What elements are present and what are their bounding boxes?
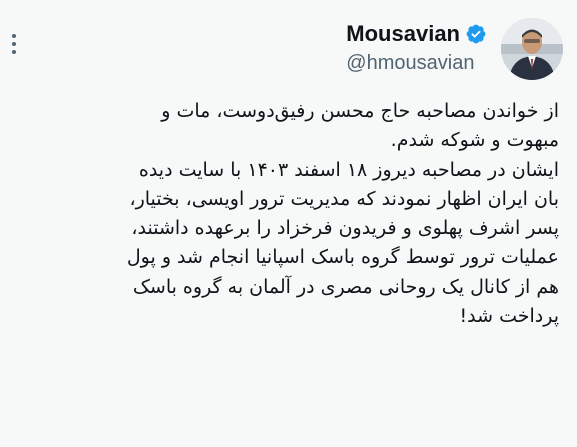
avatar[interactable] [501,18,563,80]
profile-photo-icon [501,18,563,80]
tweet-text: از خواندن مصاحبه حاج محسن رفیق‌دوست، مات… [126,100,559,328]
author-names: Mousavian @hmousavian [346,20,487,77]
more-options-icon[interactable] [8,34,20,54]
display-name[interactable]: Mousavian [346,20,460,48]
verified-badge-icon [466,24,486,44]
tweet-header: Mousavian @hmousavian [346,18,563,80]
tweet-card: Mousavian @hmousavian از خواندن مصاحبه ح… [0,0,577,447]
display-name-row: Mousavian [346,20,487,48]
more-dot [12,42,16,46]
more-dot [12,34,16,38]
more-dot [12,50,16,54]
user-handle[interactable]: @hmousavian [346,49,474,77]
